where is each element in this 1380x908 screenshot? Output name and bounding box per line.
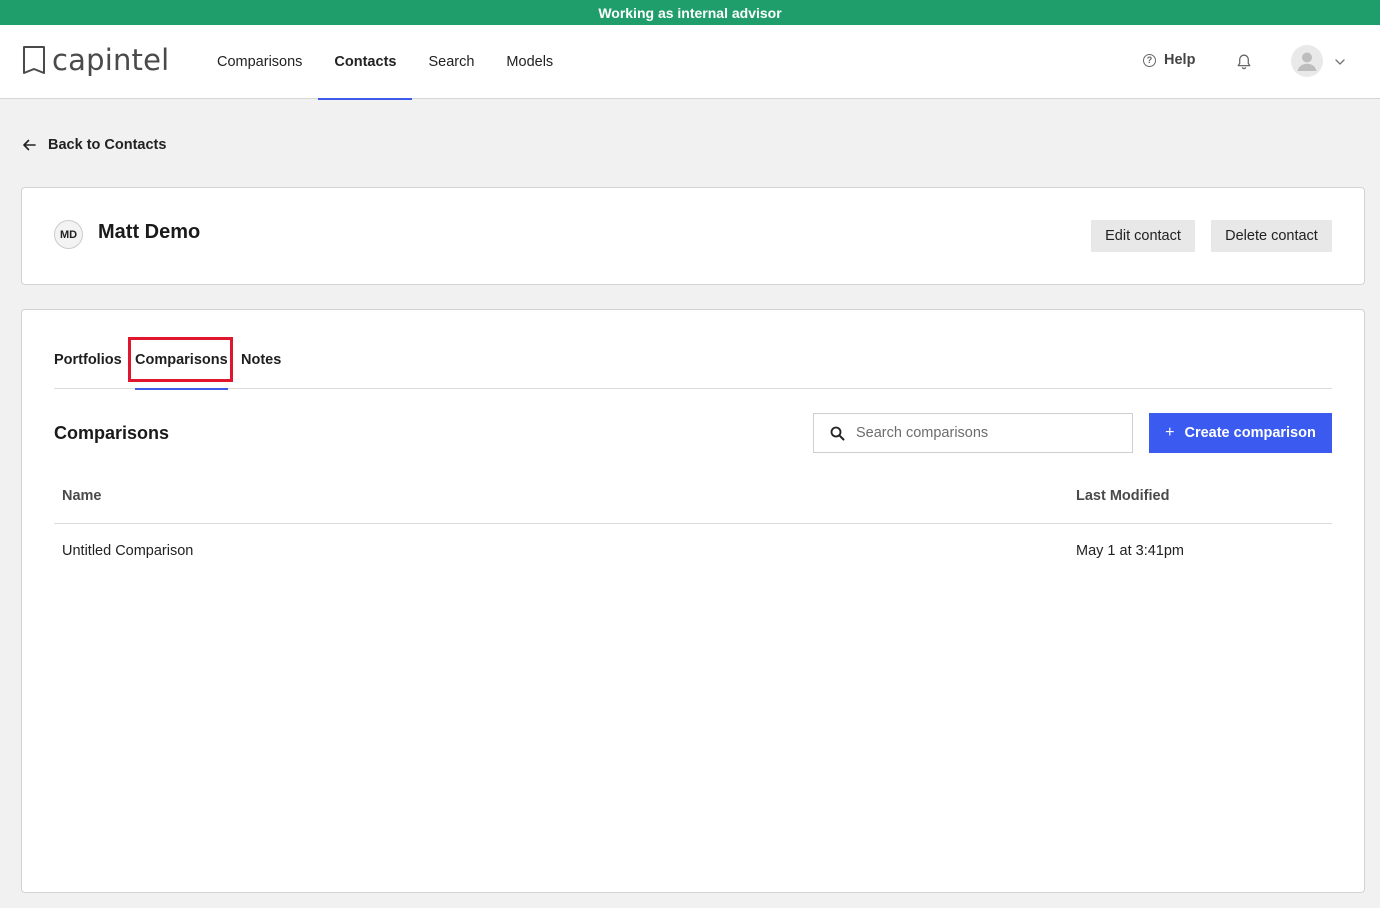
create-comparison-button[interactable]: + Create comparison [1149, 413, 1332, 453]
delete-contact-button[interactable]: Delete contact [1211, 220, 1332, 252]
help-button[interactable]: ? Help [1143, 52, 1195, 68]
nav-models-label: Models [506, 54, 554, 70]
table-header: Name Last Modified [54, 480, 1332, 524]
comparison-last-modified: May 1 at 3:41pm [1076, 543, 1184, 559]
back-link-label: Back to Contacts [48, 137, 167, 153]
user-avatar-icon[interactable] [1291, 45, 1323, 77]
contact-detail-card: Portfolios Comparisons Notes Comparisons… [21, 309, 1365, 893]
nav-search[interactable]: Search [412, 25, 490, 99]
nav-comparisons-label: Comparisons [217, 54, 303, 70]
column-header-name[interactable]: Name [62, 488, 102, 504]
chevron-down-icon[interactable] [1333, 55, 1347, 69]
contact-header-card: MD Matt Demo Edit contact Delete contact [21, 187, 1365, 285]
search-icon [830, 426, 845, 441]
back-to-contacts-link[interactable]: Back to Contacts [22, 137, 166, 153]
question-circle-icon: ? [1143, 53, 1156, 67]
nav-comparisons[interactable]: Comparisons [201, 25, 318, 99]
contact-tabs: Portfolios Comparisons Notes [54, 350, 1332, 390]
arrow-left-icon [23, 139, 36, 151]
advisor-banner: Working as internal advisor [0, 0, 1380, 25]
logo-mark-icon [23, 46, 45, 74]
edit-contact-button[interactable]: Edit contact [1091, 220, 1195, 252]
comparison-name[interactable]: Untitled Comparison [62, 543, 193, 559]
help-label: Help [1164, 52, 1196, 68]
section-title: Comparisons [54, 423, 170, 443]
tab-notes-label: Notes [241, 352, 282, 368]
nav-models[interactable]: Models [490, 25, 569, 99]
main-nav: Comparisons Contacts Search Models [201, 25, 569, 100]
logo-text: capintel [52, 43, 170, 77]
capintel-logo[interactable]: capintel [22, 43, 169, 77]
search-comparisons-field[interactable] [813, 413, 1133, 453]
create-comparison-label: Create comparison [1184, 425, 1316, 441]
top-navbar: capintel Comparisons Contacts Search Mod… [0, 25, 1380, 100]
comparisons-table: Name Last Modified Untitled Comparison M… [54, 480, 1332, 579]
bell-icon[interactable] [1235, 53, 1253, 71]
tab-comparisons-label: Comparisons [135, 352, 228, 368]
tab-comparisons[interactable]: Comparisons [135, 350, 228, 390]
tab-portfolios-label: Portfolios [54, 352, 122, 368]
contact-avatar: MD [54, 220, 83, 249]
advisor-banner-text: Working as internal advisor [598, 4, 782, 21]
contact-name: Matt Demo [98, 221, 201, 243]
tab-portfolios[interactable]: Portfolios [54, 350, 122, 389]
nav-contacts-label: Contacts [334, 54, 397, 70]
nav-contacts[interactable]: Contacts [318, 25, 413, 100]
table-row[interactable]: Untitled Comparison May 1 at 3:41pm [54, 524, 1332, 579]
user-silhouette-icon [1297, 52, 1317, 71]
nav-search-label: Search [428, 54, 475, 70]
column-header-last-modified[interactable]: Last Modified [1076, 488, 1169, 504]
search-comparisons-input[interactable] [856, 414, 1126, 452]
tab-notes[interactable]: Notes [241, 350, 281, 389]
plus-icon: + [1165, 424, 1175, 441]
